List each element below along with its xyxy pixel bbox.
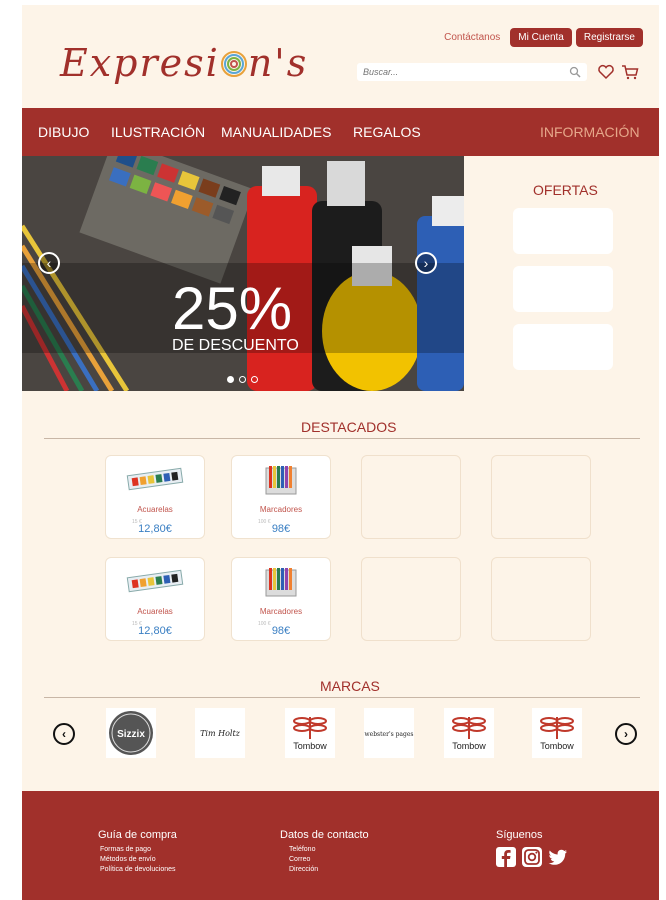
- nav-item-ilustracion[interactable]: ILUSTRACIÓN: [111, 124, 205, 140]
- markers-product-image: [265, 466, 297, 495]
- search-icon[interactable]: [569, 66, 581, 78]
- product-card-placeholder: [361, 557, 461, 641]
- destacados-title: DESTACADOS: [301, 419, 397, 435]
- product-name: Marcadores: [259, 505, 303, 514]
- footer-guide-title: Guía de compra: [98, 829, 177, 841]
- footer-link-phone[interactable]: Teléfono: [289, 846, 315, 853]
- site-logo[interactable]: Expresi n's: [60, 41, 308, 85]
- header-icons: [597, 63, 639, 81]
- contact-link[interactable]: Contáctanos: [444, 32, 500, 43]
- brand-logo-tombow[interactable]: Tombow: [285, 708, 335, 758]
- product-name: Acuarelas: [137, 607, 173, 616]
- hero-next-button[interactable]: ›: [415, 252, 437, 274]
- footer-social-title: Síguenos: [496, 829, 543, 841]
- nav-item-informacion[interactable]: INFORMACIÓN: [540, 124, 640, 140]
- footer-link-address[interactable]: Dirección: [289, 866, 318, 873]
- product-card[interactable]: Marcadores 100 € 98€: [231, 557, 331, 641]
- product-card-placeholder: [491, 557, 591, 641]
- brand-name: Tombow: [452, 741, 486, 751]
- watercolor-product-image: [126, 467, 184, 491]
- brand-name: webster's pages: [364, 731, 414, 738]
- destacados-divider: [44, 438, 640, 439]
- logo-text-start: Expresi: [60, 41, 220, 85]
- footer-contact-title: Datos de contacto: [280, 829, 369, 841]
- product-card[interactable]: Marcadores 100 € 98€: [231, 455, 331, 539]
- twitter-icon[interactable]: [548, 847, 568, 867]
- hero-pagination: [227, 376, 258, 383]
- markers-product-image: [265, 568, 297, 597]
- nav-item-dibujo[interactable]: DIBUJO: [38, 124, 89, 140]
- footer-link-returns[interactable]: Política de devoluciones: [100, 866, 176, 873]
- hero-subline: DE DESCUENTO: [172, 337, 299, 354]
- product-price: 98€: [271, 523, 291, 535]
- product-price: 12,80€: [138, 625, 172, 637]
- facebook-icon[interactable]: [496, 847, 516, 867]
- account-button[interactable]: Mi Cuenta: [510, 28, 572, 47]
- brand-name: Tim Holtz: [200, 729, 240, 738]
- brand-name: Tombow: [540, 741, 574, 751]
- product-card-placeholder: [361, 455, 461, 539]
- hero-headline: 25%: [172, 275, 293, 342]
- product-card-placeholder: [491, 455, 591, 539]
- product-name: Marcadores: [259, 607, 303, 616]
- hero-prev-button[interactable]: ‹: [38, 252, 60, 274]
- top-links: Contáctanos Mi Cuenta Registrarse: [444, 28, 643, 47]
- brands-next-button[interactable]: ›: [615, 723, 637, 745]
- instagram-icon[interactable]: [522, 847, 542, 867]
- marcas-title: MARCAS: [320, 678, 380, 694]
- brand-logo-tim-holtz[interactable]: Tim Holtz: [195, 708, 245, 758]
- cart-icon[interactable]: [621, 63, 639, 81]
- search-box: [357, 63, 587, 81]
- brand-logo-websters-pages[interactable]: webster's pages: [364, 708, 414, 758]
- product-price: 12,80€: [138, 523, 172, 535]
- footer-link-payment[interactable]: Formas de pago: [100, 846, 151, 853]
- page: Expresi n's Contáctanos Mi Cuenta Regist…: [22, 5, 659, 900]
- dragonfly-icon: [540, 717, 574, 739]
- search-input[interactable]: [363, 67, 569, 77]
- footer-link-email[interactable]: Correo: [289, 856, 310, 863]
- footer-link-shipping[interactable]: Métodos de envío: [100, 856, 156, 863]
- main-nav: DIBUJO ILUSTRACIÓN MANUALIDADES REGALOS …: [22, 108, 659, 156]
- dragonfly-icon: [293, 717, 327, 739]
- oferta-card[interactable]: [513, 208, 613, 254]
- product-name: Acuarelas: [137, 505, 173, 514]
- brand-logo-tombow[interactable]: Tombow: [444, 708, 494, 758]
- brand-logo-sizzix[interactable]: Sizzix: [106, 708, 156, 758]
- oferta-card[interactable]: [513, 324, 613, 370]
- brand-logo-tombow[interactable]: Tombow: [532, 708, 582, 758]
- register-button[interactable]: Registrarse: [575, 28, 643, 47]
- heart-icon[interactable]: [597, 63, 615, 81]
- product-price: 98€: [271, 625, 291, 637]
- logo-text-end: n's: [247, 41, 309, 85]
- brands-prev-button[interactable]: ‹: [53, 723, 75, 745]
- oferta-card[interactable]: [513, 266, 613, 312]
- social-links: [496, 847, 568, 867]
- hero-dot[interactable]: [239, 376, 246, 383]
- brand-name: Tombow: [293, 741, 327, 751]
- brand-name: Sizzix: [117, 729, 145, 740]
- hero-dot[interactable]: [227, 376, 234, 383]
- hero-dot[interactable]: [251, 376, 258, 383]
- hero-slider: ‹ › 25% DE DESCUENTO: [22, 156, 464, 391]
- nav-item-regalos[interactable]: REGALOS: [353, 124, 421, 140]
- watercolor-product-image: [126, 569, 184, 593]
- nav-item-manualidades[interactable]: MANUALIDADES: [221, 124, 331, 140]
- product-card[interactable]: Acuarelas 15 € 12,80€: [105, 557, 205, 641]
- product-card[interactable]: Acuarelas 15 € 12,80€: [105, 455, 205, 539]
- site-footer: Guía de compra Formas de pago Métodos de…: [22, 791, 659, 900]
- marcas-divider: [44, 697, 640, 698]
- dragonfly-icon: [452, 717, 486, 739]
- ofertas-title: OFERTAS: [533, 182, 598, 198]
- fingerprint-icon: [220, 51, 247, 77]
